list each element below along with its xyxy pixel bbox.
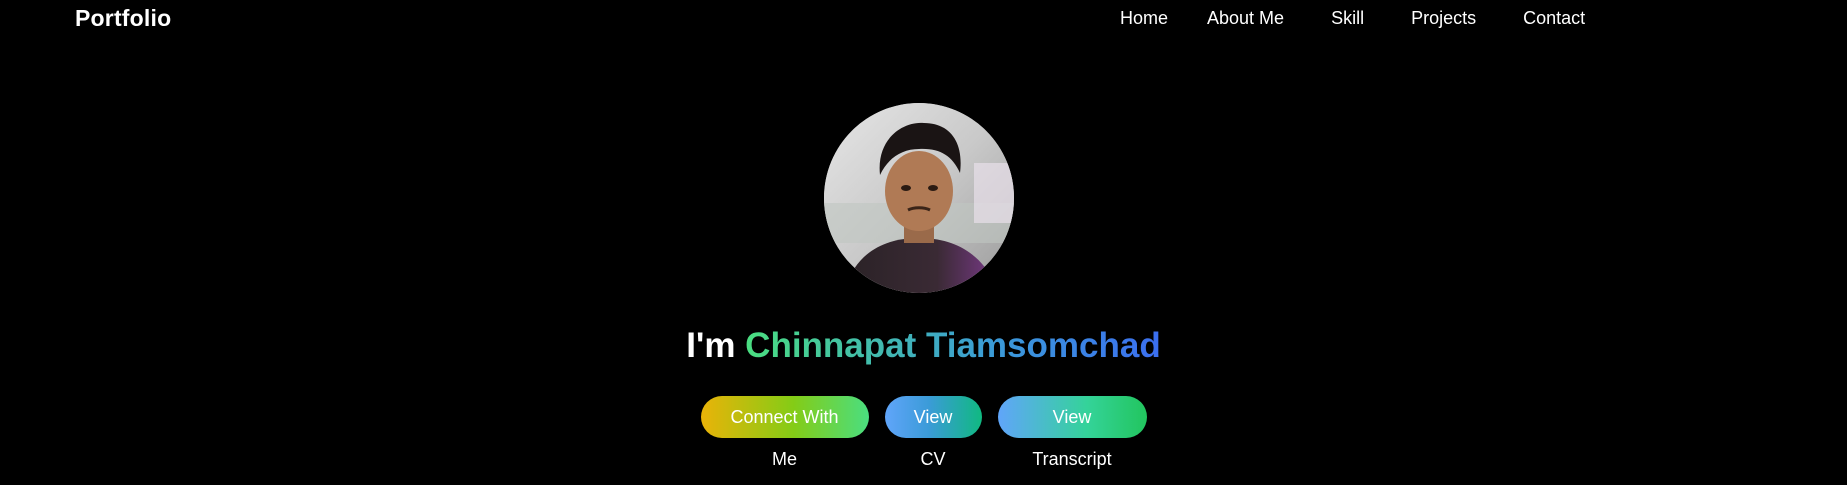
hero-buttons: Connect With Me View CV View Transcript [0,396,1847,469]
greeting-prefix: I'm [686,326,736,365]
page: Portfolio Home About Me Skill Projects C… [0,0,1847,485]
view-cv-button[interactable]: View CV [884,396,982,469]
hero-headline: I'm Chinnapat Tiamsomchad [0,324,1847,368]
brand-logo[interactable]: Portfolio [75,5,171,32]
profile-avatar [824,103,1014,293]
nav-link-skill[interactable]: Skill [1331,8,1364,29]
profile-photo-icon [824,103,1014,293]
nav-links: Home About Me Skill Projects Contact [1120,8,1585,29]
owner-name: Chinnapat Tiamsomchad [745,326,1161,365]
nav-link-home[interactable]: Home [1120,8,1168,29]
nav-link-projects[interactable]: Projects [1411,8,1476,29]
connect-with-me-button[interactable]: Connect With Me [700,396,869,469]
nav-link-about-me[interactable]: About Me [1207,8,1284,29]
navbar: Portfolio Home About Me Skill Projects C… [0,0,1847,36]
view-transcript-button[interactable]: View Transcript [997,396,1147,469]
nav-link-contact[interactable]: Contact [1523,8,1585,29]
